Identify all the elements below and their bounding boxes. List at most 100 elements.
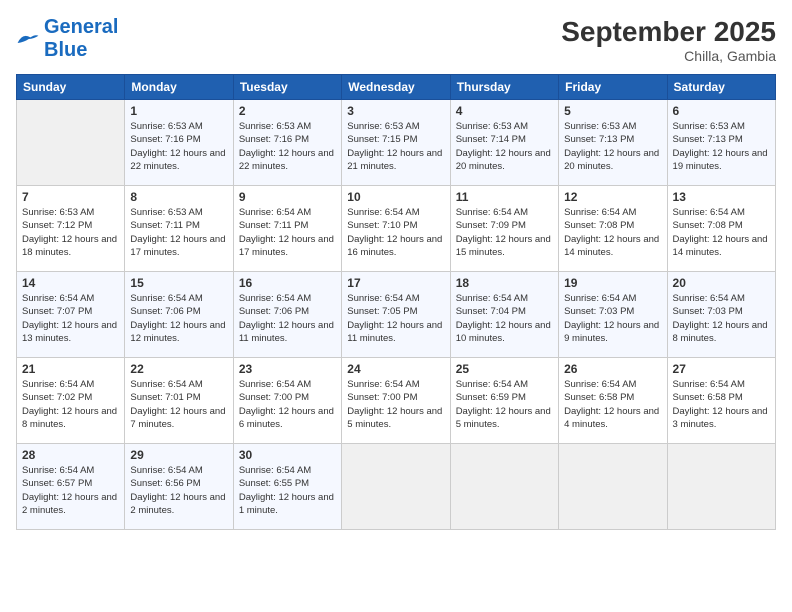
col-header-tuesday: Tuesday [233,75,341,100]
calendar-cell: 23 Sunrise: 6:54 AMSunset: 7:00 PMDaylig… [233,358,341,444]
day-info: Sunrise: 6:54 AMSunset: 7:01 PMDaylight:… [130,379,225,430]
col-header-sunday: Sunday [17,75,125,100]
calendar-cell: 10 Sunrise: 6:54 AMSunset: 7:10 PMDaylig… [342,186,450,272]
day-number: 15 [130,276,227,290]
day-info: Sunrise: 6:54 AMSunset: 6:59 PMDaylight:… [456,379,551,430]
day-number: 27 [673,362,770,376]
calendar-cell: 2 Sunrise: 6:53 AMSunset: 7:16 PMDayligh… [233,100,341,186]
day-number: 3 [347,104,444,118]
calendar-cell: 9 Sunrise: 6:54 AMSunset: 7:11 PMDayligh… [233,186,341,272]
day-number: 26 [564,362,661,376]
day-info: Sunrise: 6:54 AMSunset: 6:58 PMDaylight:… [673,379,768,430]
day-number: 5 [564,104,661,118]
day-info: Sunrise: 6:54 AMSunset: 7:00 PMDaylight:… [239,379,334,430]
day-number: 8 [130,190,227,204]
day-info: Sunrise: 6:53 AMSunset: 7:15 PMDaylight:… [347,121,442,172]
day-number: 9 [239,190,336,204]
day-number: 10 [347,190,444,204]
day-info: Sunrise: 6:54 AMSunset: 7:03 PMDaylight:… [673,293,768,344]
day-number: 29 [130,448,227,462]
col-header-friday: Friday [559,75,667,100]
calendar-cell: 18 Sunrise: 6:54 AMSunset: 7:04 PMDaylig… [450,272,558,358]
day-number: 11 [456,190,553,204]
calendar-cell: 20 Sunrise: 6:54 AMSunset: 7:03 PMDaylig… [667,272,775,358]
calendar-cell: 24 Sunrise: 6:54 AMSunset: 7:00 PMDaylig… [342,358,450,444]
day-info: Sunrise: 6:53 AMSunset: 7:13 PMDaylight:… [564,121,659,172]
calendar-cell: 5 Sunrise: 6:53 AMSunset: 7:13 PMDayligh… [559,100,667,186]
day-info: Sunrise: 6:54 AMSunset: 7:09 PMDaylight:… [456,207,551,258]
day-info: Sunrise: 6:53 AMSunset: 7:16 PMDaylight:… [239,121,334,172]
day-number: 7 [22,190,119,204]
calendar-cell: 11 Sunrise: 6:54 AMSunset: 7:09 PMDaylig… [450,186,558,272]
page: GeneralBlue September 2025 Chilla, Gambi… [0,0,792,612]
day-number: 18 [456,276,553,290]
calendar-cell: 4 Sunrise: 6:53 AMSunset: 7:14 PMDayligh… [450,100,558,186]
calendar-cell: 27 Sunrise: 6:54 AMSunset: 6:58 PMDaylig… [667,358,775,444]
day-number: 2 [239,104,336,118]
day-number: 13 [673,190,770,204]
calendar-table: SundayMondayTuesdayWednesdayThursdayFrid… [16,74,776,530]
day-number: 30 [239,448,336,462]
page-subtitle: Chilla, Gambia [561,48,776,64]
calendar-cell: 7 Sunrise: 6:53 AMSunset: 7:12 PMDayligh… [17,186,125,272]
calendar-cell: 29 Sunrise: 6:54 AMSunset: 6:56 PMDaylig… [125,444,233,530]
day-number: 16 [239,276,336,290]
day-number: 21 [22,362,119,376]
day-info: Sunrise: 6:54 AMSunset: 7:07 PMDaylight:… [22,293,117,344]
logo: GeneralBlue [16,16,118,62]
day-info: Sunrise: 6:54 AMSunset: 7:08 PMDaylight:… [564,207,659,258]
calendar-cell: 12 Sunrise: 6:54 AMSunset: 7:08 PMDaylig… [559,186,667,272]
day-number: 23 [239,362,336,376]
day-info: Sunrise: 6:54 AMSunset: 7:10 PMDaylight:… [347,207,442,258]
calendar-cell [667,444,775,530]
title-block: September 2025 Chilla, Gambia [561,16,776,64]
day-info: Sunrise: 6:54 AMSunset: 7:03 PMDaylight:… [564,293,659,344]
day-number: 4 [456,104,553,118]
calendar-cell: 15 Sunrise: 6:54 AMSunset: 7:06 PMDaylig… [125,272,233,358]
day-info: Sunrise: 6:54 AMSunset: 6:55 PMDaylight:… [239,465,334,516]
col-header-saturday: Saturday [667,75,775,100]
day-number: 19 [564,276,661,290]
day-number: 12 [564,190,661,204]
calendar-cell: 25 Sunrise: 6:54 AMSunset: 6:59 PMDaylig… [450,358,558,444]
day-number: 14 [22,276,119,290]
header: GeneralBlue September 2025 Chilla, Gambi… [16,16,776,64]
calendar-cell: 28 Sunrise: 6:54 AMSunset: 6:57 PMDaylig… [17,444,125,530]
day-info: Sunrise: 6:54 AMSunset: 7:05 PMDaylight:… [347,293,442,344]
calendar-week-4: 21 Sunrise: 6:54 AMSunset: 7:02 PMDaylig… [17,358,776,444]
page-title: September 2025 [561,16,776,48]
day-number: 25 [456,362,553,376]
day-info: Sunrise: 6:54 AMSunset: 7:11 PMDaylight:… [239,207,334,258]
day-info: Sunrise: 6:53 AMSunset: 7:13 PMDaylight:… [673,121,768,172]
calendar-cell [559,444,667,530]
calendar-cell: 1 Sunrise: 6:53 AMSunset: 7:16 PMDayligh… [125,100,233,186]
calendar-header-row: SundayMondayTuesdayWednesdayThursdayFrid… [17,75,776,100]
calendar-cell: 13 Sunrise: 6:54 AMSunset: 7:08 PMDaylig… [667,186,775,272]
calendar-cell: 22 Sunrise: 6:54 AMSunset: 7:01 PMDaylig… [125,358,233,444]
calendar-cell: 19 Sunrise: 6:54 AMSunset: 7:03 PMDaylig… [559,272,667,358]
calendar-cell: 3 Sunrise: 6:53 AMSunset: 7:15 PMDayligh… [342,100,450,186]
day-number: 1 [130,104,227,118]
day-info: Sunrise: 6:54 AMSunset: 6:58 PMDaylight:… [564,379,659,430]
calendar-cell: 30 Sunrise: 6:54 AMSunset: 6:55 PMDaylig… [233,444,341,530]
day-info: Sunrise: 6:53 AMSunset: 7:14 PMDaylight:… [456,121,551,172]
day-number: 28 [22,448,119,462]
day-number: 24 [347,362,444,376]
calendar-cell [450,444,558,530]
calendar-cell: 8 Sunrise: 6:53 AMSunset: 7:11 PMDayligh… [125,186,233,272]
calendar-cell: 21 Sunrise: 6:54 AMSunset: 7:02 PMDaylig… [17,358,125,444]
calendar-week-1: 1 Sunrise: 6:53 AMSunset: 7:16 PMDayligh… [17,100,776,186]
day-info: Sunrise: 6:53 AMSunset: 7:11 PMDaylight:… [130,207,225,258]
logo-text: GeneralBlue [44,16,118,62]
bird-icon [16,31,40,47]
day-number: 6 [673,104,770,118]
day-info: Sunrise: 6:54 AMSunset: 7:04 PMDaylight:… [456,293,551,344]
calendar-cell: 17 Sunrise: 6:54 AMSunset: 7:05 PMDaylig… [342,272,450,358]
calendar-cell [342,444,450,530]
day-number: 20 [673,276,770,290]
calendar-cell: 16 Sunrise: 6:54 AMSunset: 7:06 PMDaylig… [233,272,341,358]
day-info: Sunrise: 6:54 AMSunset: 7:00 PMDaylight:… [347,379,442,430]
day-info: Sunrise: 6:54 AMSunset: 7:06 PMDaylight:… [130,293,225,344]
day-info: Sunrise: 6:53 AMSunset: 7:16 PMDaylight:… [130,121,225,172]
col-header-monday: Monday [125,75,233,100]
